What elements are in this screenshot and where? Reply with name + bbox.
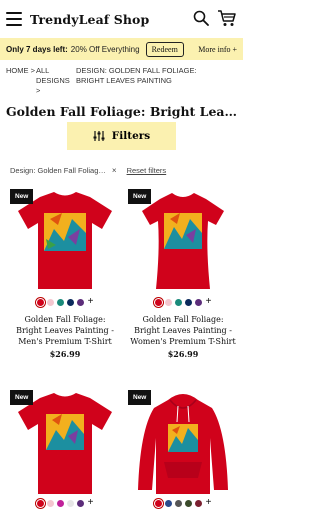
swatch-pink[interactable]	[46, 298, 54, 306]
reset-filters-link[interactable]: Reset filters	[127, 166, 167, 175]
cart-icon[interactable]	[217, 9, 237, 27]
hoodie-image	[138, 394, 228, 494]
breadcrumb-home-label: HOME	[6, 66, 29, 75]
product-name[interactable]: Golden Fall Foliage: Bright Leaves Paint…	[10, 314, 120, 347]
header-actions	[193, 9, 237, 27]
swatch-gray[interactable]	[174, 499, 182, 507]
more-colors-icon[interactable]: +	[88, 297, 94, 307]
tshirt-image	[142, 193, 224, 289]
sliders-icon	[93, 131, 105, 141]
new-badge: New	[10, 189, 34, 204]
breadcrumb-all-designs[interactable]: ALL DESIGNS >	[36, 66, 76, 96]
more-colors-icon[interactable]: +	[88, 498, 94, 508]
swatch-olive[interactable]	[184, 499, 192, 507]
new-badge: New	[128, 390, 152, 405]
swatch-purple[interactable]	[76, 499, 84, 507]
swatch-blue[interactable]	[164, 499, 172, 507]
swatch-red[interactable]	[154, 298, 162, 306]
swatch-magenta[interactable]	[56, 499, 64, 507]
product-image[interactable]: New	[10, 390, 120, 494]
swatch-purple[interactable]	[194, 298, 202, 306]
color-swatches: +	[10, 297, 120, 307]
more-colors-icon[interactable]: +	[206, 297, 212, 307]
product-image[interactable]: New	[128, 189, 238, 293]
product-card[interactable]: New + Golden Fall Foliage: Bright Leaves…	[10, 189, 120, 359]
product-image[interactable]: New	[128, 390, 238, 494]
tshirt-image	[18, 393, 112, 494]
brand-logo[interactable]: TrendyLeaf Shop	[30, 12, 149, 27]
product-image[interactable]: New	[10, 189, 120, 293]
promo-offer: 20% Off Everything	[70, 44, 140, 54]
swatch-pink[interactable]	[46, 499, 54, 507]
product-card[interactable]: New +	[10, 390, 120, 508]
breadcrumb-separator: >	[30, 66, 35, 75]
swatch-white[interactable]	[66, 499, 74, 507]
swatch-red[interactable]	[36, 298, 44, 306]
more-info-label: More info	[198, 44, 231, 54]
tshirt-image	[18, 192, 112, 289]
page-title: Golden Fall Foliage: Bright Lea…	[6, 104, 238, 119]
redeem-button[interactable]: Redeem	[145, 41, 184, 57]
more-info-link[interactable]: More info +	[198, 45, 237, 54]
promo-lead: Only 7 days left:	[6, 44, 68, 54]
swatch-purple[interactable]	[76, 298, 84, 306]
breadcrumb-current: DESIGN: GOLDEN FALL FOLIAGE: BRIGHT LEAV…	[76, 66, 197, 85]
swatch-burgundy[interactable]	[194, 499, 202, 507]
active-filter-design: Design: Golden Fall Foliag…	[10, 166, 106, 175]
active-filters: Design: Golden Fall Foliag… × Reset filt…	[10, 166, 237, 175]
product-price: $26.99	[167, 349, 199, 359]
promo-bar: Only 7 days left: 20% Off Everything Red…	[0, 38, 243, 60]
color-swatches: +	[128, 498, 238, 508]
swatch-navy[interactable]	[184, 298, 192, 306]
plus-icon: +	[232, 44, 237, 54]
breadcrumb-designs-label: ALL DESIGNS	[36, 66, 70, 85]
product-card[interactable]: New + Golden Fall Foliage: Bright Leaves…	[128, 189, 238, 359]
search-icon[interactable]	[193, 10, 209, 26]
color-swatches: +	[10, 498, 120, 508]
swatch-red[interactable]	[154, 499, 162, 507]
breadcrumb: HOME > ALL DESIGNS > DESIGN: GOLDEN FALL…	[0, 60, 243, 96]
swatch-teal[interactable]	[56, 298, 64, 306]
product-card[interactable]: New +	[128, 390, 238, 508]
site-header: TrendyLeaf Shop	[0, 0, 243, 38]
swatch-navy[interactable]	[66, 298, 74, 306]
swatch-pink[interactable]	[164, 298, 172, 306]
filters-label: Filters	[111, 130, 151, 142]
product-price: $26.99	[49, 349, 81, 359]
color-swatches: +	[128, 297, 238, 307]
menu-icon[interactable]	[6, 12, 22, 26]
swatch-red[interactable]	[36, 499, 44, 507]
remove-filter-icon[interactable]: ×	[112, 166, 117, 175]
product-name[interactable]: Golden Fall Foliage: Bright Leaves Paint…	[128, 314, 238, 347]
breadcrumb-separator: >	[36, 86, 41, 95]
breadcrumb-home[interactable]: HOME >	[6, 66, 36, 96]
swatch-teal[interactable]	[174, 298, 182, 306]
new-badge: New	[10, 390, 34, 405]
filters-button[interactable]: Filters	[67, 122, 176, 150]
more-colors-icon[interactable]: +	[206, 498, 212, 508]
new-badge: New	[128, 189, 152, 204]
